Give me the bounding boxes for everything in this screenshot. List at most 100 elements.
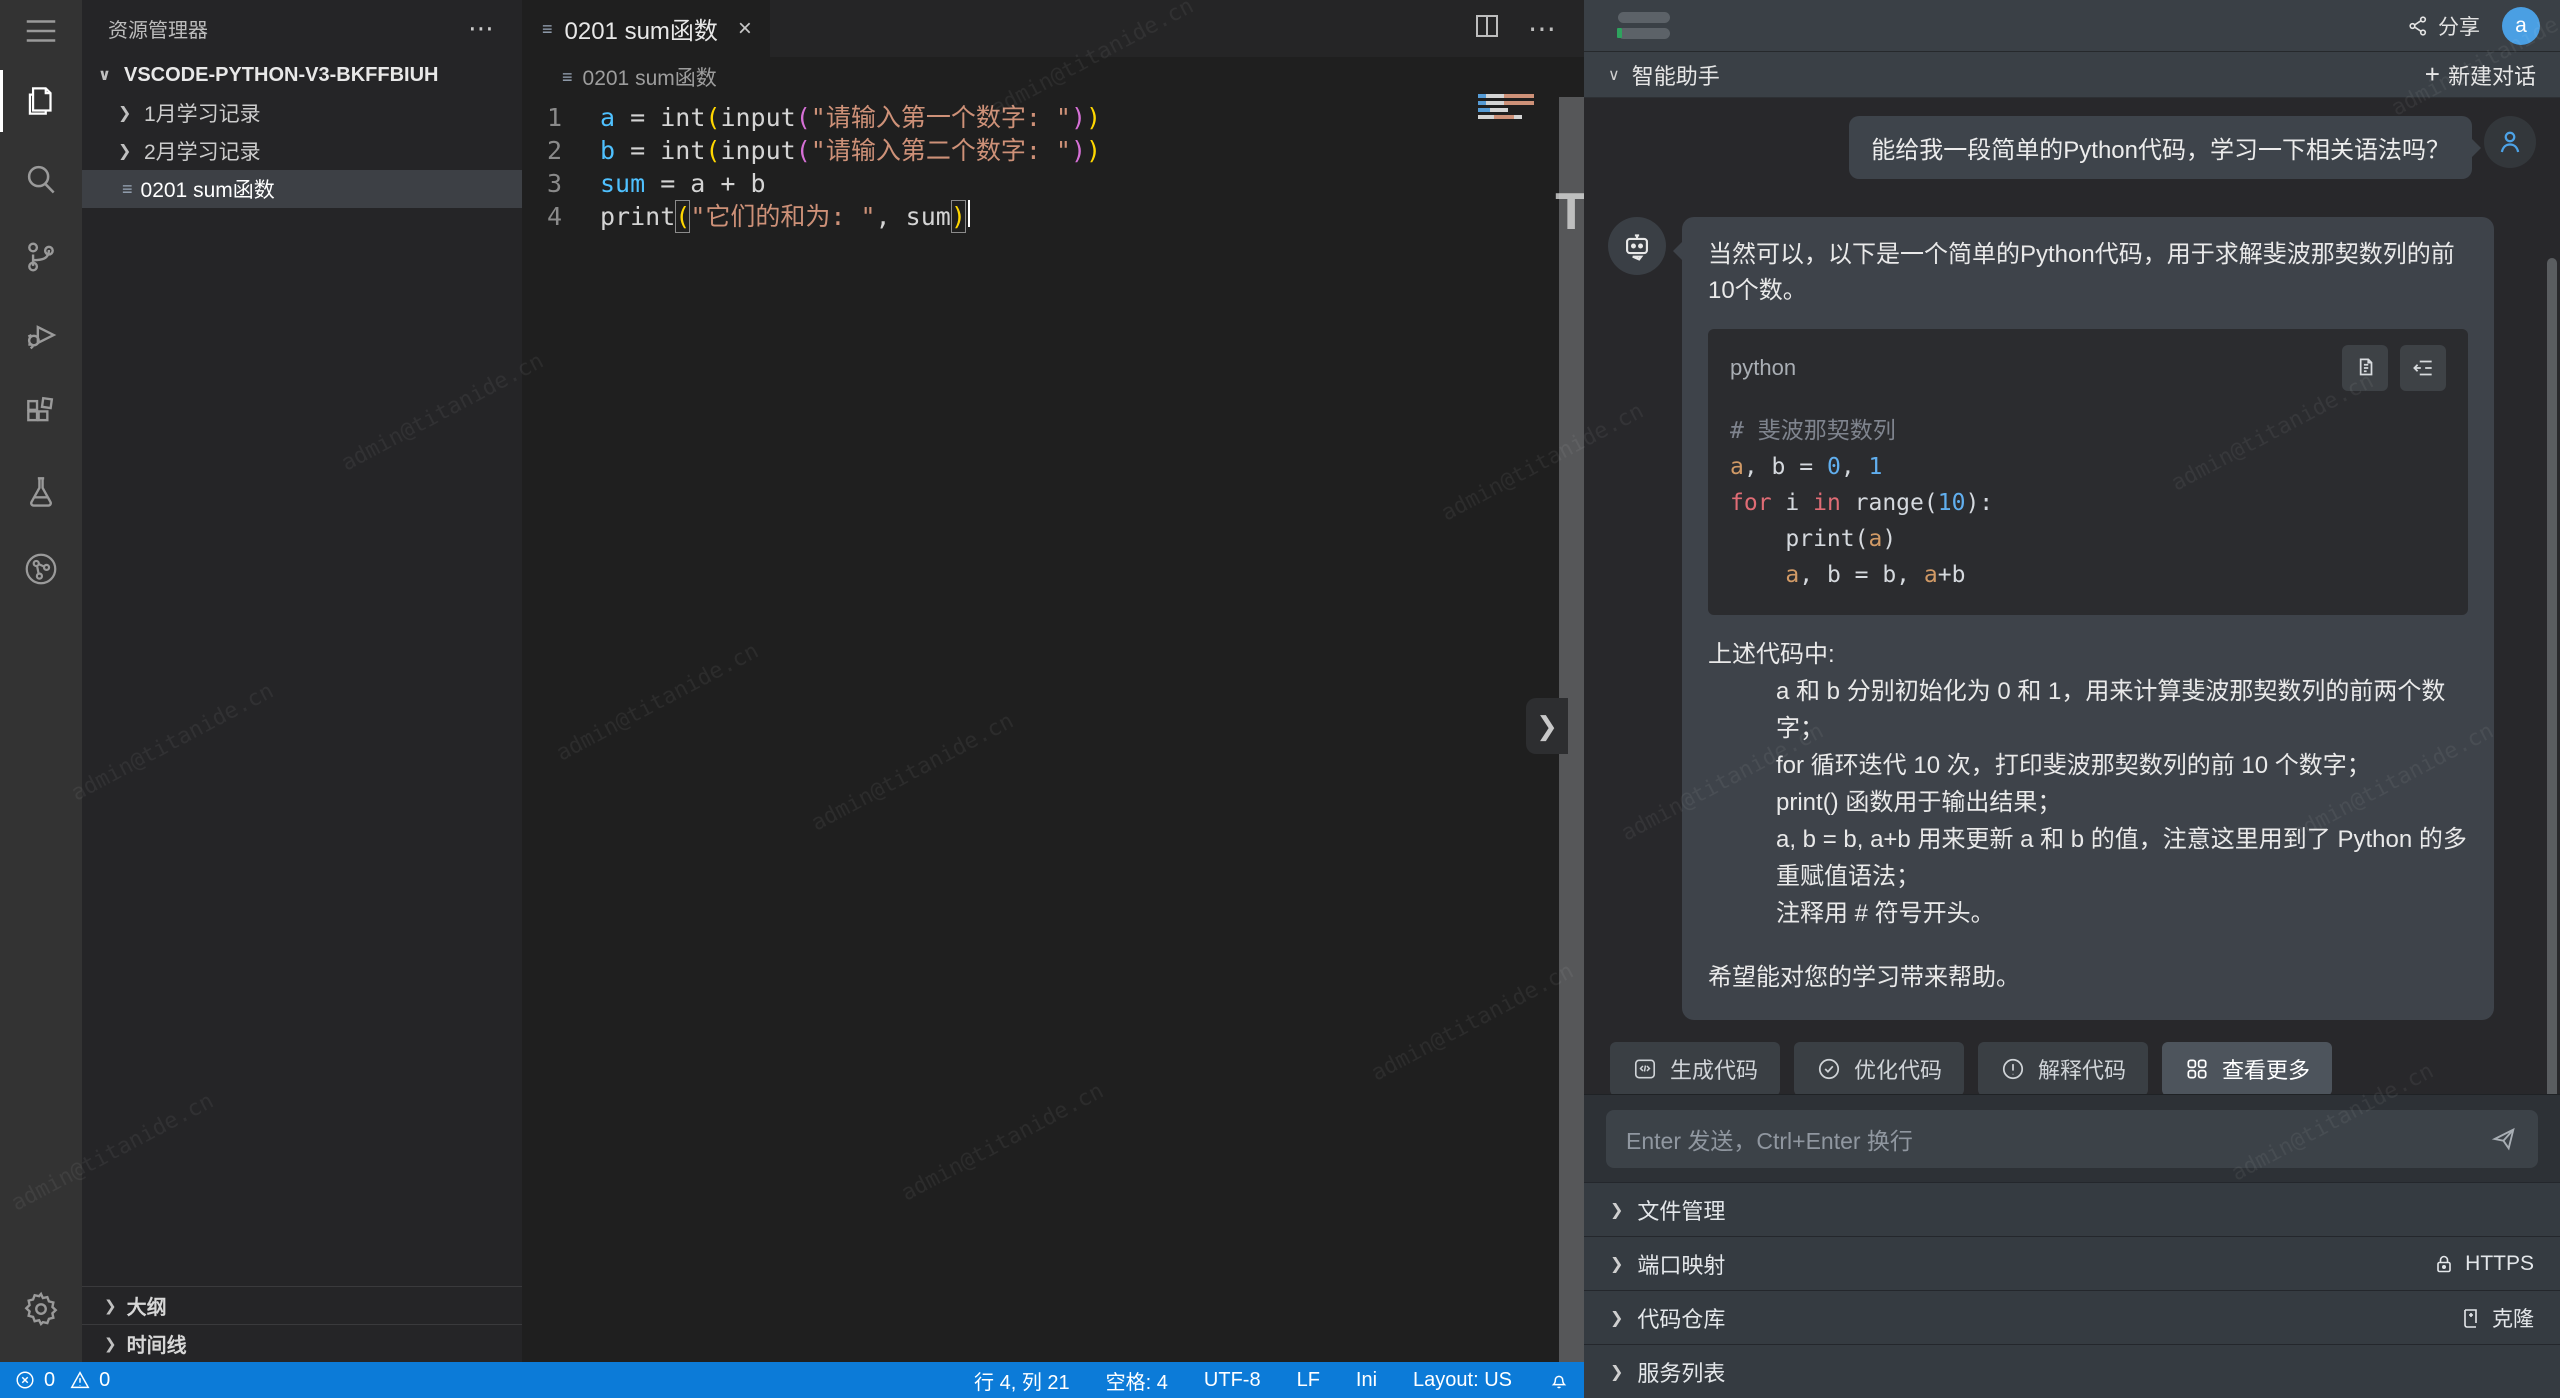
tree-file-selected[interactable]: ≡ 0201 sum函数: [82, 170, 522, 208]
code-line[interactable]: 1a = int(input("请输入第一个数字: ")): [522, 101, 1584, 134]
explanation-item: a, b = b, a+b 用来更新 a 和 b 的值，注意这里用到了 Pyth…: [1708, 821, 2468, 895]
editor-more-icon[interactable]: ⋯: [1528, 12, 1558, 45]
code-block-content: # 斐波那契数列a, b = 0, 1for i in range(10): p…: [1730, 413, 2446, 593]
chat-scrollbar[interactable]: [2547, 258, 2557, 1094]
chevron-right-icon: ❯: [104, 1297, 117, 1315]
server-status-icon[interactable]: [1618, 12, 1670, 39]
settings-gear-icon[interactable]: [0, 1270, 82, 1348]
workbench: 资源管理器 ⋯ ∨ VSCODE-PYTHON-V3-BKFFBIUH ❯ 1月…: [0, 0, 1584, 1398]
check-circle-icon: [1816, 1056, 1842, 1082]
code-language-label: python: [1730, 350, 1796, 386]
status-language[interactable]: Ini: [1356, 1369, 1377, 1392]
explanation-title: 上述代码中:: [1708, 637, 2468, 673]
copy-code-button[interactable]: [2342, 345, 2388, 391]
run-debug-icon[interactable]: [0, 296, 82, 374]
explanation-list: a 和 b 分别初始化为 0 和 1，用来计算斐波那契数列的前两个数字；for …: [1708, 673, 2468, 932]
service-list-section[interactable]: ❯ 服务列表: [1584, 1344, 2560, 1398]
view-more-button[interactable]: 查看更多: [2162, 1042, 2332, 1094]
chevron-down-icon: ∨: [1608, 65, 1620, 85]
chevron-right-icon: ❯: [1610, 1254, 1623, 1274]
bell-icon[interactable]: [1548, 1369, 1570, 1391]
code-repo-section[interactable]: ❯ 代码仓库 克隆: [1584, 1290, 2560, 1344]
chevron-right-icon: ❯: [1610, 1362, 1623, 1382]
explanation-item: print() 函数用于输出结果；: [1708, 784, 2468, 821]
chevron-right-icon: ❯: [1610, 1308, 1623, 1328]
explorer-sidebar: 资源管理器 ⋯ ∨ VSCODE-PYTHON-V3-BKFFBIUH ❯ 1月…: [82, 0, 522, 1362]
share-button[interactable]: 分享: [2406, 11, 2480, 41]
chat-input-bar: Enter 发送，Ctrl+Enter 换行: [1584, 1094, 2560, 1182]
explanation-item: for 循环迭代 10 次，打印斐波那契数列的前 10 个数字；: [1708, 747, 2468, 784]
watermark-letter: T: [1555, 182, 1587, 242]
tree-root-folder[interactable]: ∨ VSCODE-PYTHON-V3-BKFFBIUH: [82, 56, 522, 94]
code-editor[interactable]: 1a = int(input("请输入第一个数字: "))2b = int(in…: [522, 97, 1584, 1362]
status-encoding[interactable]: UTF-8: [1204, 1369, 1261, 1392]
new-chat-button[interactable]: + 新建对话: [2425, 59, 2536, 91]
status-layout[interactable]: Layout: US: [1413, 1369, 1512, 1392]
robot-icon: [1620, 229, 1654, 263]
panel-sections: ❯ 文件管理 ❯ 端口映射 HTTPS ❯ 代码仓库 克隆 ❯: [1584, 1182, 2560, 1398]
minimap[interactable]: [1478, 94, 1540, 122]
exclamation-circle-icon: [2000, 1056, 2026, 1082]
panel-collapse-handle[interactable]: ❯: [1526, 698, 1568, 754]
remote-explorer-icon[interactable]: [0, 530, 82, 608]
status-eol[interactable]: LF: [1297, 1369, 1320, 1392]
quick-actions: 生成代码 优化代码 解释代码 查看更多: [1610, 1042, 2536, 1094]
outline-section[interactable]: ❯ 大纲: [82, 1286, 522, 1324]
assistant-panel: 分享 a ∨ 智能助手 + 新建对话 能给我一段简单的Python代码，学习一下…: [1584, 0, 2560, 1398]
user-message: 能给我一段简单的Python代码，学习一下相关语法吗？: [1849, 116, 2472, 179]
tab-bar: ≡ 0201 sum函数 × ⋯: [522, 0, 1584, 57]
explorer-title: 资源管理器: [108, 14, 208, 43]
chat-input[interactable]: Enter 发送，Ctrl+Enter 换行: [1606, 1110, 2538, 1168]
assistant-header[interactable]: ∨ 智能助手 + 新建对话: [1584, 52, 2560, 98]
optimize-code-button[interactable]: 优化代码: [1794, 1042, 1964, 1094]
breadcrumb[interactable]: ≡ 0201 sum函数: [522, 57, 1584, 97]
file-icon: ≡: [122, 180, 133, 198]
explanation-item: 注释用 # 符号开头。: [1708, 895, 2468, 932]
insert-icon: [2410, 355, 2436, 381]
source-control-icon[interactable]: [0, 218, 82, 296]
tree-folder-feb[interactable]: ❯ 2月学习记录: [82, 132, 522, 170]
chevron-right-icon: ❯: [118, 141, 136, 161]
testing-icon[interactable]: [0, 452, 82, 530]
clone-repo-icon: [2459, 1306, 2483, 1330]
status-bar: 0 0 行 4, 列 21 空格: 4 UTF-8 LF Ini Layout:…: [0, 1362, 1584, 1398]
generate-code-button[interactable]: 生成代码: [1610, 1042, 1780, 1094]
https-button[interactable]: HTTPS: [2432, 1252, 2534, 1276]
problems-indicator[interactable]: 0 0: [14, 1369, 110, 1392]
menu-icon[interactable]: [0, 0, 82, 62]
file-tree: ∨ VSCODE-PYTHON-V3-BKFFBIUH ❯ 1月学习记录 ❯ 2…: [82, 56, 522, 208]
explain-code-button[interactable]: 解释代码: [1978, 1042, 2148, 1094]
extensions-icon[interactable]: [0, 374, 82, 452]
code-line[interactable]: 2b = int(input("请输入第二个数字: ")): [522, 134, 1584, 167]
code-line[interactable]: 3sum = a + b: [522, 167, 1584, 200]
person-icon: [2495, 127, 2525, 157]
assistant-intro: 当然可以，以下是一个简单的Python代码，用于求解斐波那契数列的前10个数。: [1708, 237, 2468, 309]
assistant-message: 当然可以，以下是一个简单的Python代码，用于求解斐波那契数列的前10个数。 …: [1682, 217, 2494, 1020]
explorer-more-icon[interactable]: ⋯: [468, 13, 496, 44]
status-line-col[interactable]: 行 4, 列 21: [974, 1366, 1070, 1395]
send-icon[interactable]: [2490, 1125, 2518, 1153]
editor-tab[interactable]: ≡ 0201 sum函数 ×: [522, 0, 770, 57]
copy-icon: [2352, 355, 2378, 381]
code-block: python # 斐波那契数列a, b = 0, 1for i in rang: [1708, 329, 2468, 615]
error-icon: [14, 1369, 36, 1391]
chat-area: 能给我一段简单的Python代码，学习一下相关语法吗？ 当然可以，以下是一个简单…: [1584, 98, 2560, 1094]
tab-close-icon[interactable]: ×: [738, 15, 752, 43]
assistant-closing: 希望能对您的学习带来帮助。: [1708, 960, 2468, 996]
explorer-icon[interactable]: [0, 62, 82, 140]
search-icon[interactable]: [0, 140, 82, 218]
file-icon: ≡: [542, 20, 553, 38]
tree-folder-jan[interactable]: ❯ 1月学习记录: [82, 94, 522, 132]
user-account-avatar[interactable]: a: [2502, 7, 2540, 45]
insert-code-button[interactable]: [2400, 345, 2446, 391]
chevron-down-icon: ∨: [98, 65, 116, 85]
lock-icon: [2432, 1252, 2456, 1276]
clone-button[interactable]: 克隆: [2459, 1303, 2534, 1333]
split-editor-icon[interactable]: [1472, 11, 1502, 46]
editor-area: ≡ 0201 sum函数 × ⋯ ≡ 0201 sum函数 1a =: [522, 0, 1584, 1362]
status-indent[interactable]: 空格: 4: [1106, 1366, 1168, 1395]
code-line[interactable]: 4print("它们的和为: ", sum): [522, 200, 1584, 233]
port-mapping-section[interactable]: ❯ 端口映射 HTTPS: [1584, 1236, 2560, 1290]
file-manager-section[interactable]: ❯ 文件管理: [1584, 1182, 2560, 1236]
timeline-section[interactable]: ❯ 时间线: [82, 1324, 522, 1362]
